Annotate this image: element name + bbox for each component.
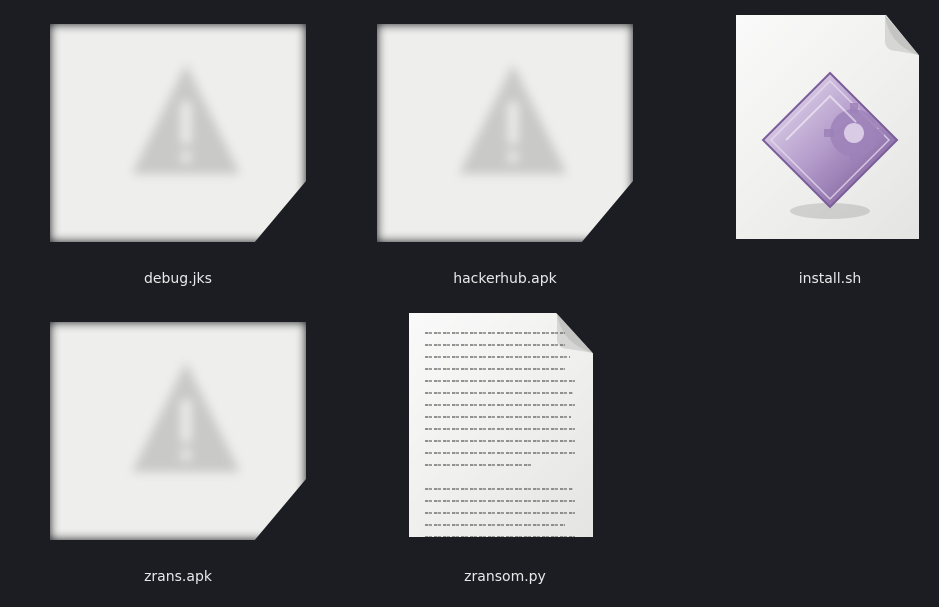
script-thumbnail (700, 10, 939, 250)
file-item-hackerhub-apk[interactable]: hackerhub.apk (375, 10, 635, 300)
text-thumbnail (375, 308, 635, 548)
file-item-zransom-py[interactable]: zransom.py (375, 308, 635, 598)
file-name: install.sh (798, 271, 862, 287)
warning-icon (132, 64, 240, 174)
file-grid: debug.jks hackerhub.apk install.sh zrans… (0, 0, 939, 607)
file-item-debug-jks[interactable]: debug.jks (48, 10, 308, 300)
broken-thumbnail (375, 10, 635, 250)
file-name: hackerhub.apk (453, 271, 557, 287)
file-item-zrans-apk[interactable]: zrans.apk (48, 308, 308, 598)
warning-icon (132, 362, 240, 472)
file-item-install-sh[interactable]: install.sh (700, 10, 939, 300)
text-preview-lines (425, 332, 575, 537)
executable-script-icon (761, 71, 899, 219)
file-name: debug.jks (144, 271, 212, 287)
file-name: zrans.apk (144, 569, 212, 585)
broken-thumbnail (48, 10, 308, 250)
broken-thumbnail (48, 308, 308, 548)
warning-icon (459, 64, 567, 174)
text-document-icon (409, 313, 593, 537)
file-name: zransom.py (464, 569, 546, 585)
